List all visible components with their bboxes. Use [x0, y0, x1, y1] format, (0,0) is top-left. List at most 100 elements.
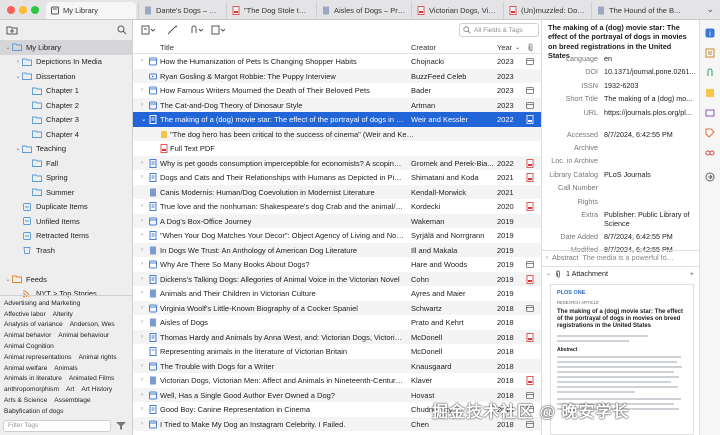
sidebar-item[interactable]: Summer	[0, 185, 133, 200]
sidebar-item[interactable]: Chapter 1	[0, 84, 133, 99]
chevron-right-icon[interactable]: ›	[141, 202, 143, 209]
tab-hound-of-baskervilles[interactable]: The Hound of the B...	[591, 2, 703, 19]
tab-dog-stole[interactable]: "The Dog Stole the...	[226, 2, 314, 19]
chevron-down-icon[interactable]: ⌄	[14, 73, 22, 80]
chevron-right-icon[interactable]: ›	[141, 159, 143, 166]
item-row[interactable]: Representing animals in the literature o…	[133, 344, 541, 359]
item-row[interactable]: › Virginia Woolf's Little-Known Biography…	[133, 300, 541, 315]
chevron-right-icon[interactable]: ›	[14, 59, 22, 65]
chevron-down-icon[interactable]: ⌄	[546, 270, 551, 277]
item-row[interactable]: › A Dog's Box-Office Journey Wakeman 2019	[133, 213, 541, 228]
tab-dantes-dogs[interactable]: Dante's Dogs – Ma...	[138, 2, 226, 19]
tab-victorian-dogs[interactable]: Victorian Dogs, Vic...	[411, 2, 503, 19]
chevron-right-icon[interactable]: ›	[141, 246, 143, 253]
chevron-right-icon[interactable]: ›	[141, 289, 143, 296]
tag-chip[interactable]: Analysis of variance	[4, 321, 63, 328]
sidebar-item[interactable]: ⌄ My Library	[0, 40, 133, 55]
sidebar-item[interactable]: Retracted Items	[0, 229, 133, 244]
item-row[interactable]: › Why Are There So Many Books About Dogs?…	[133, 257, 541, 272]
tab-aisles-of-dogs[interactable]: Aisles of Dogs – Pro...	[316, 2, 411, 19]
tag-chip[interactable]: Affective labor	[4, 311, 46, 318]
field-value[interactable]: PLoS Journals	[604, 170, 698, 179]
chevron-down-icon[interactable]: ⌄	[14, 145, 22, 152]
sidebar-item[interactable]: Chapter 2	[0, 98, 133, 113]
pdf-attachment-icon[interactable]	[526, 376, 534, 385]
field-value[interactable]: en	[604, 54, 698, 63]
sidebar-item[interactable]: ⌄ Feeds	[0, 272, 133, 287]
tag-chip[interactable]: Animal rights	[78, 354, 116, 361]
chevron-right-icon[interactable]: ›	[141, 173, 143, 180]
tag-chip[interactable]: Art	[66, 386, 74, 393]
tag-chip[interactable]: Animals in literature	[4, 375, 62, 382]
pdf-attachment-icon[interactable]	[526, 274, 534, 284]
search-input[interactable]: All Fields & Tags	[474, 27, 523, 34]
item-row[interactable]: Canis Modernis: Human/Dog Coevolution in…	[133, 184, 541, 199]
chevron-right-icon[interactable]: ›	[141, 57, 143, 64]
chevron-right-icon[interactable]: ›	[141, 420, 143, 427]
pdf-attachment-icon[interactable]	[526, 332, 534, 342]
pdf-attachment-icon[interactable]	[526, 202, 534, 211]
tag-chip[interactable]: Animal welfare	[4, 365, 47, 372]
chevron-right-icon[interactable]: ›	[141, 318, 143, 325]
snapshot-attachment-icon[interactable]	[526, 260, 534, 269]
field-value[interactable]: https://journals.plos.org/pl...	[604, 108, 698, 117]
notes-icon[interactable]	[705, 88, 715, 98]
chevron-down-icon[interactable]: ⌄	[141, 115, 146, 123]
search-box[interactable]: All Fields & Tags	[459, 23, 539, 37]
item-row[interactable]: › Dickens's Talking Dogs: Allegories of A…	[133, 271, 541, 286]
snapshot-attachment-icon[interactable]	[526, 101, 534, 110]
column-creator[interactable]: Creator	[411, 43, 436, 52]
item-row[interactable]: › How the Humanization of Pets Is Changin…	[133, 54, 541, 69]
related-icon[interactable]	[705, 148, 715, 158]
sidebar-item[interactable]: Fall	[0, 156, 133, 171]
new-collection-icon[interactable]	[6, 25, 18, 35]
item-row[interactable]: › Thomas Hardy and Animals by Anna West, …	[133, 329, 541, 344]
sidebar-item[interactable]: Chapter 3	[0, 113, 133, 128]
sidebar-item[interactable]: Trash	[0, 243, 133, 258]
child-item-row[interactable]: "The dog hero has been critical to the s…	[133, 126, 541, 141]
search-collections-icon[interactable]	[117, 25, 127, 35]
sidebar-item[interactable]: › Depictions In Media	[0, 55, 133, 70]
tag-chip[interactable]: Anderson, Wes	[70, 321, 115, 328]
attachments-column-icon[interactable]	[527, 43, 535, 52]
abstract-section[interactable]: › Abstract The media is a powerful forc.…	[542, 250, 699, 264]
sidebar-item[interactable]: Chapter 4	[0, 127, 133, 142]
item-row[interactable]: Ryan Gosling & Margot Robbie: The Puppy …	[133, 68, 541, 83]
item-row[interactable]: › Aisles of Dogs Prato and Kehrt 2018	[133, 315, 541, 330]
tab-unmuzzled[interactable]: (Un)muzzled: Dogs ...	[503, 2, 591, 19]
chevron-right-icon[interactable]: ›	[141, 231, 143, 238]
sidebar-item[interactable]: ⌄ Dissertation	[0, 69, 133, 84]
sidebar-item[interactable]: ⌄ Teaching	[0, 142, 133, 157]
field-value[interactable]: Publisher: Public Library of Science	[604, 210, 698, 228]
sidebar-item[interactable]: Unfiled Items	[0, 214, 133, 229]
chevron-down-icon[interactable]: ⌄	[4, 44, 12, 51]
tag-chip[interactable]: Advertising and Marketing	[4, 300, 80, 307]
field-value[interactable]: 10.1371/journal.pone.0261...	[604, 67, 698, 76]
chevron-right-icon[interactable]: ›	[546, 255, 548, 261]
chevron-right-icon[interactable]: ›	[141, 217, 143, 224]
filter-icon[interactable]	[116, 421, 126, 430]
field-value[interactable]: The making of a (dog) mo...	[604, 94, 698, 103]
close-window-button[interactable]	[7, 6, 15, 14]
chevron-right-icon[interactable]: ›	[141, 304, 143, 311]
locate-icon[interactable]	[705, 172, 715, 182]
item-row[interactable]: › How Famous Writers Mourned the Death of…	[133, 83, 541, 98]
item-row[interactable]: › Victorian Dogs, Victorian Men: Affect a…	[133, 373, 541, 388]
tab-my-library[interactable]: My Library	[46, 2, 136, 19]
column-title[interactable]: Title	[160, 43, 174, 52]
zoom-window-button[interactable]	[31, 6, 39, 14]
tag-chip[interactable]: Animal behaviour	[58, 332, 109, 339]
add-attachment-button[interactable]: +	[690, 269, 694, 278]
tag-chip[interactable]: anthropomorphism	[4, 386, 59, 393]
new-item-icon[interactable]	[141, 25, 155, 35]
filter-tags-input[interactable]: Filter Tags	[3, 419, 111, 432]
magic-wand-icon[interactable]	[167, 25, 179, 35]
chevron-right-icon[interactable]: ›	[141, 86, 143, 93]
snapshot-attachment-icon[interactable]	[526, 57, 534, 66]
attachments-section[interactable]: ⌄ 1 Attachment +	[542, 266, 699, 280]
tags-icon[interactable]	[705, 128, 715, 138]
field-value[interactable]: 1932-6203	[604, 81, 698, 90]
pdf-attachment-icon[interactable]	[526, 158, 534, 168]
note-menu-icon[interactable]	[211, 25, 225, 35]
tabs-menu-chevron-icon[interactable]: ⌄	[706, 4, 714, 15]
